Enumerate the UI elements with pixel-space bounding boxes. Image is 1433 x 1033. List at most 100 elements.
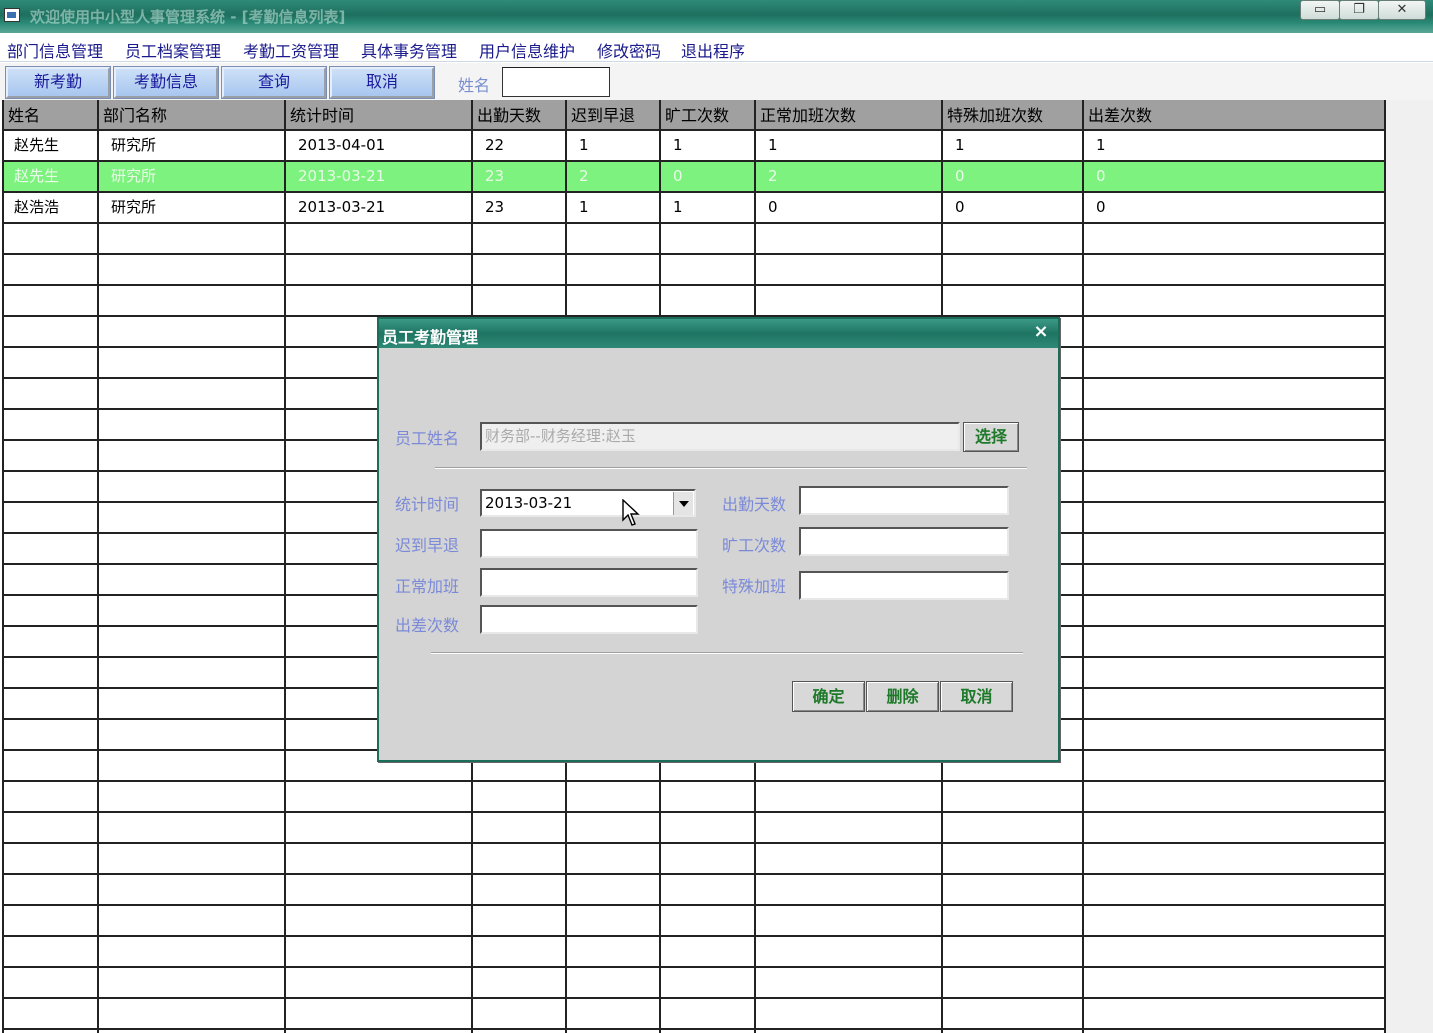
- menu-change-password[interactable]: 修改密码: [597, 38, 661, 62]
- table-row[interactable]: 赵先生 研究所 2013-04-01 22 1 1 1 1 1: [4, 131, 1386, 162]
- cell-stat-time: 2013-03-21: [286, 162, 473, 191]
- attendance-days-label: 出勤天数: [722, 495, 787, 514]
- col-header-attendance-days[interactable]: 出勤天数: [473, 100, 567, 131]
- absent-field[interactable]: [799, 527, 1009, 556]
- employee-name-label: 员工姓名: [395, 429, 460, 448]
- delete-button[interactable]: 删除: [866, 681, 939, 712]
- window-title: 欢迎使用中小型人事管理系统 - [考勤信息列表]: [30, 8, 346, 26]
- cell-department: 研究所: [99, 131, 286, 160]
- cell-department: 研究所: [99, 193, 286, 222]
- cell-absent: 1: [661, 131, 756, 160]
- normal-overtime-field[interactable]: [480, 568, 698, 597]
- attendance-info-button[interactable]: 考勤信息: [113, 66, 219, 99]
- table-row-selected[interactable]: 赵先生 研究所 2013-03-21 23 2 0 2 0 0: [4, 162, 1386, 193]
- absent-label: 旷工次数: [722, 536, 787, 555]
- col-header-department[interactable]: 部门名称: [99, 100, 286, 131]
- cell-normal-overtime: 2: [756, 162, 943, 191]
- col-header-name[interactable]: 姓名: [4, 100, 99, 131]
- late-early-label: 迟到早退: [395, 536, 460, 555]
- cell-attendance-days: 23: [473, 193, 567, 222]
- cell-name: 赵先生: [4, 131, 99, 160]
- cell-special-overtime: 0: [943, 162, 1084, 191]
- menu-attendance-salary[interactable]: 考勤工资管理: [243, 38, 339, 62]
- dialog-close-icon[interactable]: ×: [1032, 322, 1050, 342]
- name-search-label: 姓名: [458, 76, 491, 95]
- cell-name: 赵先生: [4, 162, 99, 191]
- cancel-toolbar-button[interactable]: 取消: [329, 66, 435, 99]
- cell-attendance-days: 23: [473, 162, 567, 191]
- empty-table-row: [4, 224, 1386, 255]
- cell-late-early: 1: [567, 131, 661, 160]
- empty-table-row: [4, 906, 1386, 937]
- mouse-cursor-icon: [622, 499, 640, 526]
- empty-table-row: [4, 782, 1386, 813]
- name-search-input[interactable]: [502, 67, 610, 97]
- cell-late-early: 1: [567, 193, 661, 222]
- table-row[interactable]: 赵浩浩 研究所 2013-03-21 23 1 1 0 0 0: [4, 193, 1386, 224]
- close-window-button[interactable]: ✕: [1378, 0, 1426, 20]
- empty-table-row: [4, 844, 1386, 875]
- cancel-button[interactable]: 取消: [940, 681, 1013, 712]
- col-header-special-overtime[interactable]: 特殊加班次数: [943, 100, 1084, 131]
- menu-exit[interactable]: 退出程序: [681, 38, 745, 62]
- restore-button[interactable]: ❐: [1339, 0, 1379, 20]
- empty-table-row: [4, 875, 1386, 906]
- minimize-button[interactable]: ▭: [1300, 0, 1340, 20]
- empty-table-row: [4, 813, 1386, 844]
- empty-table-row: [4, 999, 1386, 1030]
- col-header-business-trips[interactable]: 出差次数: [1084, 100, 1386, 131]
- cell-stat-time: 2013-04-01: [286, 131, 473, 160]
- chevron-down-icon[interactable]: [673, 492, 693, 515]
- cell-special-overtime: 1: [943, 131, 1084, 160]
- stat-time-combobox[interactable]: 2013-03-21: [480, 489, 696, 517]
- cell-attendance-days: 22: [473, 131, 567, 160]
- col-header-normal-overtime[interactable]: 正常加班次数: [756, 100, 943, 131]
- cell-department: 研究所: [99, 162, 286, 191]
- divider: [431, 652, 1023, 654]
- business-trip-field[interactable]: [480, 605, 698, 634]
- cell-normal-overtime: 1: [756, 131, 943, 160]
- attendance-dialog: 员工考勤管理 × 员工姓名 财务部--财务经理:赵玉 选择 统计时间 2013-…: [377, 317, 1060, 762]
- grid-column-line: [97, 131, 99, 1033]
- divider: [435, 467, 1027, 469]
- business-trip-label: 出差次数: [395, 616, 460, 635]
- grid-empty-area: [1386, 100, 1433, 1033]
- cell-normal-overtime: 0: [756, 193, 943, 222]
- menu-bar: 部门信息管理 员工档案管理 考勤工资管理 具体事务管理 用户信息维护 修改密码 …: [0, 33, 1433, 62]
- cell-name: 赵浩浩: [4, 193, 99, 222]
- col-header-stat-time[interactable]: 统计时间: [286, 100, 473, 131]
- employee-name-field[interactable]: 财务部--财务经理:赵玉: [480, 422, 960, 451]
- cell-absent: 1: [661, 193, 756, 222]
- menu-department[interactable]: 部门信息管理: [7, 38, 103, 62]
- cell-business-trips: 1: [1084, 131, 1386, 160]
- col-header-late-early[interactable]: 迟到早退: [567, 100, 661, 131]
- grid-column-line: [284, 131, 286, 1033]
- col-header-absent[interactable]: 旷工次数: [661, 100, 756, 131]
- late-early-field[interactable]: [480, 529, 698, 558]
- cell-business-trips: 0: [1084, 162, 1386, 191]
- dialog-title-bar[interactable]: 员工考勤管理 ×: [379, 319, 1058, 348]
- menu-user-info[interactable]: 用户信息维护: [479, 38, 575, 62]
- confirm-button[interactable]: 确定: [792, 681, 865, 712]
- cell-business-trips: 0: [1084, 193, 1386, 222]
- menu-employee-records[interactable]: 员工档案管理: [125, 38, 221, 62]
- empty-table-row: [4, 255, 1386, 286]
- cell-late-early: 2: [567, 162, 661, 191]
- grid-column-line: [1082, 131, 1084, 1033]
- table-header: 姓名 部门名称 统计时间 出勤天数 迟到早退 旷工次数 正常加班次数 特殊加班次…: [4, 100, 1386, 131]
- select-employee-button[interactable]: 选择: [963, 422, 1019, 452]
- toolbar: 新考勤 考勤信息 查询 取消 姓名: [0, 63, 1433, 100]
- special-overtime-field[interactable]: [799, 571, 1009, 600]
- app-icon: [4, 8, 20, 22]
- menu-affairs[interactable]: 具体事务管理: [361, 38, 457, 62]
- special-overtime-label: 特殊加班: [722, 577, 787, 596]
- empty-table-row: [4, 286, 1386, 317]
- query-button[interactable]: 查询: [221, 66, 327, 99]
- stat-time-value: 2013-03-21: [485, 494, 573, 512]
- title-bar: 欢迎使用中小型人事管理系统 - [考勤信息列表] ▭ ❐ ✕: [0, 0, 1433, 33]
- new-attendance-button[interactable]: 新考勤: [5, 66, 111, 99]
- cell-absent: 0: [661, 162, 756, 191]
- stat-time-label: 统计时间: [395, 495, 460, 514]
- dialog-title: 员工考勤管理: [382, 328, 479, 347]
- attendance-days-field[interactable]: [799, 486, 1009, 515]
